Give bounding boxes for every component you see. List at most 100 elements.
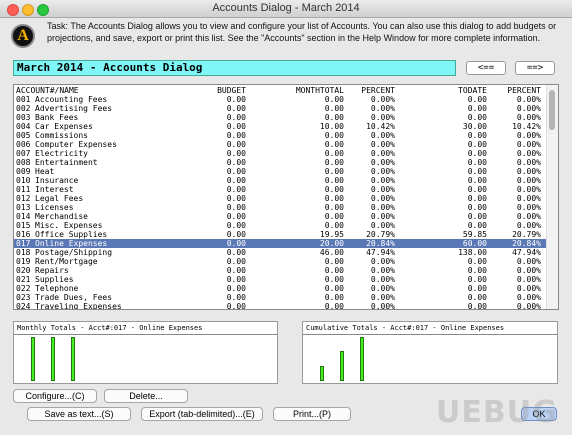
budget-value: 0.00 — [226, 257, 246, 266]
todate-value: 0.00 — [467, 167, 487, 176]
column-header-percent[interactable]: PERCENT — [361, 86, 395, 95]
account-name: Entertainment — [35, 158, 98, 167]
table-row[interactable]: 001 Accounting Fees 0.00 0.00 0.00% 0.00 0.00% — [14, 95, 548, 104]
column-header-account[interactable]: ACCOUNT#/NAME — [16, 86, 79, 95]
budget-value: 0.00 — [226, 149, 246, 158]
account-number: 009 — [16, 167, 31, 176]
table-row[interactable]: 009 Heat 0.00 0.00 0.00% 0.00 0.00% — [14, 167, 548, 176]
cumulative-totals-graph: Cumulative Totals - Acct#:017 - Online E… — [302, 321, 558, 384]
percent-value: 20.84% — [366, 239, 395, 248]
table-row[interactable]: 022 Telephone 0.00 0.00 0.00% 0.00 0.00% — [14, 284, 548, 293]
monthtotal-value: 0.00 — [324, 104, 344, 113]
budget-value: 0.00 — [226, 104, 246, 113]
account-number: 023 — [16, 293, 31, 302]
percent-todate-value: 0.00% — [516, 185, 541, 194]
monthtotal-value: 0.00 — [324, 185, 344, 194]
table-row[interactable]: 006 Computer Expenses 0.00 0.00 0.00% 0.00 0.0… — [14, 140, 548, 149]
budget-value: 0.00 — [226, 230, 246, 239]
table-row[interactable]: 008 Entertainment 0.00 0.00 0.00% 0.00 0.00% — [14, 158, 548, 167]
percent-value: 0.00% — [370, 203, 395, 212]
percent-value: 0.00% — [370, 293, 395, 302]
percent-value: 0.00% — [370, 266, 395, 275]
todate-value: 30.00 — [462, 122, 487, 131]
percent-value: 0.00% — [370, 158, 395, 167]
budget-value: 0.00 — [226, 158, 246, 167]
table-row[interactable]: 007 Electricity 0.00 0.00 0.00% 0.00 0.00% — [14, 149, 548, 158]
column-header-monthtotal[interactable]: MONTHTOTAL — [296, 86, 344, 95]
table-row[interactable]: 014 Merchandise 0.00 0.00 0.00% 0.00 0.00% — [14, 212, 548, 221]
table-row[interactable]: 010 Insurance 0.00 0.00 0.00% 0.00 0.00% — [14, 176, 548, 185]
percent-todate-value: 0.00% — [516, 194, 541, 203]
budget-value: 0.00 — [226, 275, 246, 284]
account-name: Telephone — [35, 284, 79, 293]
account-number: 010 — [16, 176, 31, 185]
scrollbar-thumb[interactable] — [549, 90, 555, 130]
todate-value: 0.00 — [467, 293, 487, 302]
account-number: 018 — [16, 248, 31, 257]
table-row[interactable]: 005 Commissions 0.00 0.00 0.00% 0.00 0.00% — [14, 131, 548, 140]
account-name: Repairs — [35, 266, 69, 275]
print-button[interactable]: Print...(P) — [273, 407, 351, 421]
todate-value: 59.85 — [462, 230, 487, 239]
configure-button[interactable]: Configure...(C) — [13, 389, 97, 403]
todate-value: 0.00 — [467, 212, 487, 221]
table-row[interactable]: 002 Advertising Fees 0.00 0.00 0.00% 0.00 0.00… — [14, 104, 548, 113]
budget-value: 0.00 — [226, 221, 246, 230]
percent-todate-value: 0.00% — [516, 275, 541, 284]
account-number: 003 — [16, 113, 31, 122]
todate-value: 0.00 — [467, 158, 487, 167]
account-number: 022 — [16, 284, 31, 293]
previous-month-button[interactable]: <== — [466, 61, 506, 75]
percent-todate-value: 0.00% — [516, 167, 541, 176]
account-name: Supplies — [35, 275, 74, 284]
graph-bar — [31, 337, 35, 381]
column-header-percent-todate[interactable]: PERCENT — [507, 86, 541, 95]
budget-value: 0.00 — [226, 248, 246, 257]
table-row[interactable]: 015 Misc. Expenses 0.00 0.00 0.00% 0.00 0.00% — [14, 221, 548, 230]
table-row[interactable]: 016 Office Supplies 0.00 19.95 20.79% 59.85 20… — [14, 230, 548, 239]
table-row[interactable]: 020 Repairs 0.00 0.00 0.00% 0.00 0.00% — [14, 266, 548, 275]
account-name: Office Supplies — [35, 230, 108, 239]
monthtotal-value: 0.00 — [324, 140, 344, 149]
account-name: Insurance — [35, 176, 79, 185]
list-scrollbar[interactable] — [546, 85, 558, 309]
percent-todate-value: 0.00% — [516, 176, 541, 185]
account-name: Licenses — [35, 203, 74, 212]
percent-todate-value: 10.42% — [512, 122, 541, 131]
next-month-button[interactable]: ==> — [515, 61, 555, 75]
table-row[interactable]: 017 Online Expenses 0.00 20.00 20.84% 60.00 20… — [14, 239, 548, 248]
save-as-text-button[interactable]: Save as text...(S) — [27, 407, 131, 421]
accounts-list[interactable]: ACCOUNT#/NAME BUDGET MONTHTOTAL PERCENT … — [13, 84, 559, 310]
account-name: Misc. Expenses — [35, 221, 103, 230]
todate-value: 0.00 — [467, 275, 487, 284]
account-number: 016 — [16, 230, 31, 239]
table-row[interactable]: 023 Trade Dues, Fees 0.00 0.00 0.00% 0.00 0.00… — [14, 293, 548, 302]
budget-value: 0.00 — [226, 176, 246, 185]
percent-value: 47.94% — [366, 248, 395, 257]
column-header-todate[interactable]: TODATE — [458, 86, 487, 95]
table-row[interactable]: 019 Rent/Mortgage 0.00 0.00 0.00% 0.00 0.00% — [14, 257, 548, 266]
table-row[interactable]: 003 Bank Fees 0.00 0.00 0.00% 0.00 0.00% — [14, 113, 548, 122]
budget-value: 0.00 — [226, 131, 246, 140]
account-number: 001 — [16, 95, 31, 104]
percent-value: 0.00% — [370, 212, 395, 221]
percent-todate-value: 0.00% — [516, 266, 541, 275]
budget-value: 0.00 — [226, 122, 246, 131]
percent-todate-value: 0.00% — [516, 113, 541, 122]
table-row[interactable]: 004 Car Expenses 0.00 10.00 10.42% 30.00 10.42… — [14, 122, 548, 131]
graph-bar — [71, 337, 75, 381]
todate-value: 0.00 — [467, 284, 487, 293]
delete-button[interactable]: Delete... — [104, 389, 188, 403]
account-number: 011 — [16, 185, 31, 194]
budget-value: 0.00 — [226, 239, 246, 248]
table-row[interactable]: 013 Licenses 0.00 0.00 0.00% 0.00 0.00% — [14, 203, 548, 212]
table-row[interactable]: 018 Postage/Shipping 0.00 46.00 47.94% 138.00… — [14, 248, 548, 257]
export-button[interactable]: Export (tab-delimited)...(E) — [141, 407, 263, 421]
account-name: Advertising Fees — [35, 104, 113, 113]
monthtotal-value: 0.00 — [324, 275, 344, 284]
table-row[interactable]: 024 Traveling Expenses 0.00 0.00 0.00% 0.00 0.… — [14, 302, 548, 309]
table-row[interactable]: 011 Interest 0.00 0.00 0.00% 0.00 0.00% — [14, 185, 548, 194]
table-row[interactable]: 012 Legal Fees 0.00 0.00 0.00% 0.00 0.00% — [14, 194, 548, 203]
column-header-budget[interactable]: BUDGET — [217, 86, 246, 95]
table-row[interactable]: 021 Supplies 0.00 0.00 0.00% 0.00 0.00% — [14, 275, 548, 284]
